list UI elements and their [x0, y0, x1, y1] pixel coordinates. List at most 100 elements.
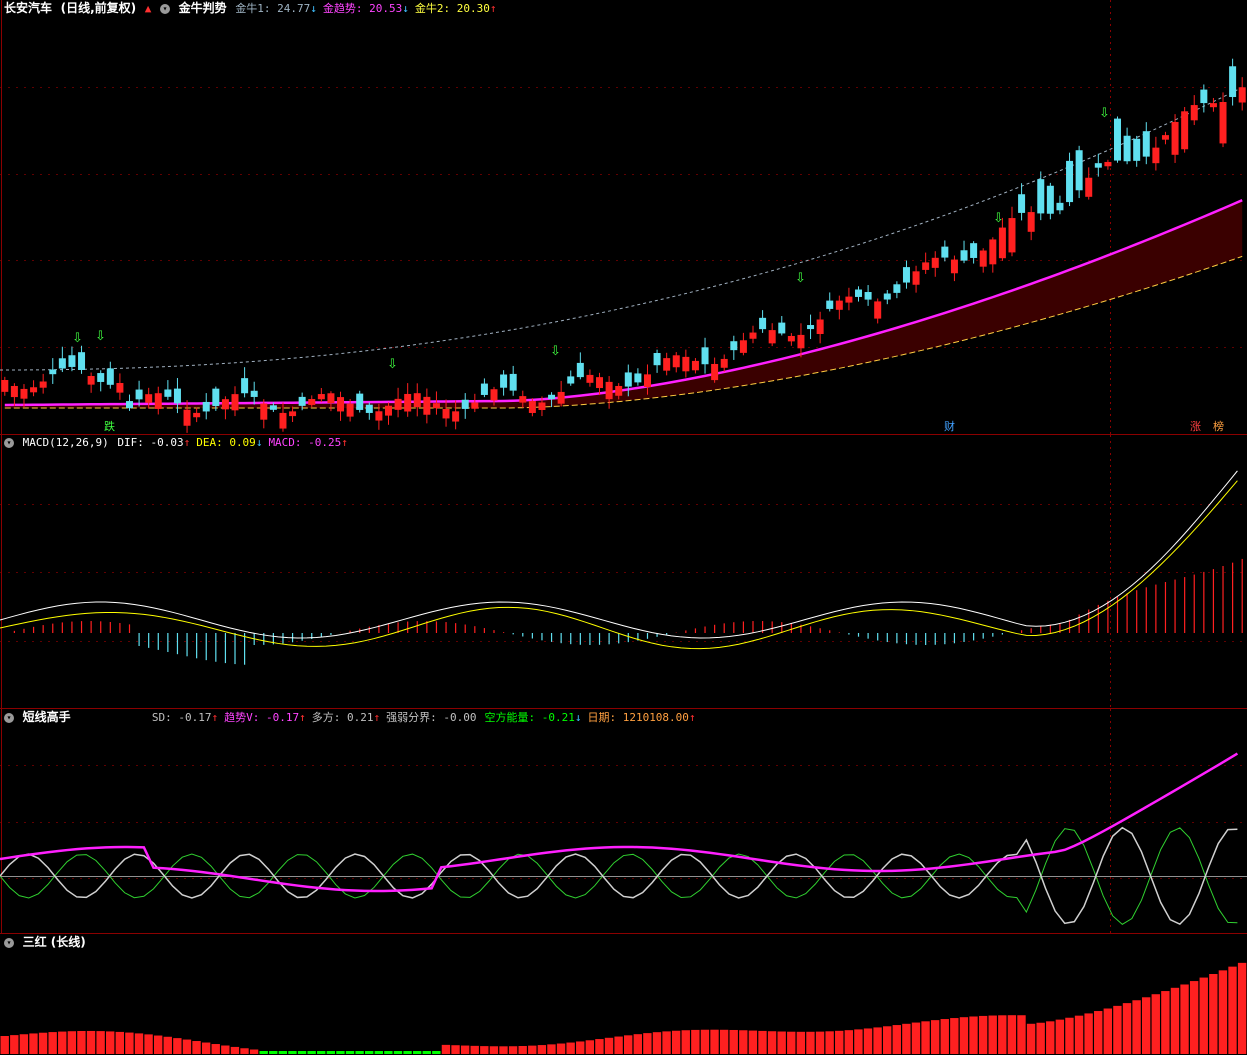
- three-red-bar: [48, 1032, 57, 1054]
- candle-body: [643, 374, 651, 388]
- short-term-panel[interactable]: ▾ 短线高手 SD: -0.17↑ 趋势V: -0.17↑ 多方: 0.21↑ 强弱分…: [0, 708, 1247, 934]
- three-red-bar: [863, 1028, 873, 1054]
- green-down-arrow-icon: ⇩: [993, 211, 1004, 226]
- candle-body: [874, 301, 882, 319]
- green-down-arrow-icon: ⇩: [550, 344, 561, 359]
- macd-field-0: DIF: -0.03: [117, 436, 184, 449]
- three-red-bar: [835, 1030, 844, 1054]
- candle-body: [1114, 118, 1122, 161]
- three-red-bar: [921, 1021, 930, 1054]
- candle-body: [1229, 66, 1237, 98]
- short-field-3: 强弱分界: -0.00: [386, 711, 477, 724]
- event-tag-rise[interactable]: 涨: [1190, 418, 1201, 434]
- candle-body: [145, 394, 153, 403]
- three-red-panel[interactable]: ▾ 三红 (长线): [0, 933, 1247, 1055]
- candle-body: [778, 322, 786, 334]
- three-red-bar: [998, 1015, 1007, 1054]
- candle-body: [596, 377, 604, 389]
- main-field-2: 金牛2: 20.30: [414, 2, 490, 15]
- three-red-bar: [19, 1034, 29, 1054]
- candle-body: [941, 246, 949, 258]
- three-red-bar: [1141, 997, 1151, 1054]
- three-red-bar: [691, 1029, 700, 1054]
- candle-body: [615, 385, 623, 396]
- candlestick-chart[interactable]: ⇩ ⇩ ⇩ ⇩ ⇩ ⇩ ⇩: [0, 0, 1247, 434]
- candle-body: [317, 394, 325, 400]
- three-red-bar: [77, 1031, 86, 1054]
- candle-body: [68, 355, 76, 367]
- three-red-bar: [950, 1018, 959, 1054]
- three-red-bar: [969, 1016, 978, 1054]
- three-red-bar: [710, 1029, 719, 1054]
- three-red-bar: [1046, 1021, 1055, 1054]
- candle-body: [241, 378, 249, 394]
- candle-body: [1190, 105, 1198, 121]
- candle-body: [807, 325, 815, 330]
- candle-body: [816, 319, 824, 335]
- candle-body: [653, 353, 661, 366]
- green-down-arrow-icon: ⇩: [387, 357, 398, 372]
- candle-body: [519, 396, 527, 403]
- candle-body: [1027, 212, 1035, 232]
- gear-icon[interactable]: ▾: [4, 713, 14, 723]
- candle-body: [480, 383, 488, 395]
- short-term-header: ▾ 短线高手 SD: -0.17↑ 趋势V: -0.17↑ 多方: 0.21↑ 强弱分…: [4, 709, 704, 725]
- three-red-bar: [1218, 970, 1228, 1054]
- three-red-bar: [1094, 1011, 1103, 1054]
- gear-icon[interactable]: ▾: [4, 438, 14, 448]
- candle-body: [10, 385, 18, 398]
- event-tag-finance[interactable]: 财: [944, 418, 955, 434]
- candle-body: [432, 403, 440, 409]
- three-red-indicator-name: 三红 (长线): [22, 935, 86, 949]
- candle-body: [375, 411, 383, 421]
- macd-chart[interactable]: [0, 435, 1247, 709]
- three-red-bar: [249, 1049, 259, 1054]
- candle-body: [154, 393, 162, 409]
- trend-arrow-icon: ↑: [341, 436, 348, 449]
- short-field-0: SD: -0.17: [151, 711, 212, 724]
- three-red-bar: [748, 1030, 758, 1054]
- three-red-bar: [614, 1036, 623, 1054]
- three-red-bar: [1055, 1019, 1065, 1054]
- main-field-0: 金牛1: 24.77: [235, 2, 311, 15]
- macd-indicator-name: MACD(12,26,9): [22, 436, 109, 449]
- green-down-arrow-icon: ⇩: [72, 331, 83, 346]
- candle-body: [682, 356, 690, 372]
- candle-body: [490, 389, 498, 401]
- three-red-bar: [134, 1033, 144, 1054]
- three-red-chart[interactable]: [0, 934, 1247, 1055]
- three-red-bar: [1017, 1015, 1026, 1054]
- event-tag-list[interactable]: 榜: [1213, 418, 1224, 434]
- three-red-bar: [460, 1045, 470, 1054]
- candle-body: [308, 399, 316, 405]
- three-red-bar: [1007, 1015, 1017, 1054]
- candle-body: [20, 388, 28, 399]
- three-red-bar: [518, 1046, 527, 1054]
- candle-body: [1219, 102, 1227, 144]
- candle-body: [250, 390, 258, 397]
- three-red-bar: [240, 1048, 249, 1054]
- three-red-bar: [528, 1045, 537, 1054]
- candle-body: [384, 405, 392, 416]
- main-chart-panel[interactable]: 长安汽车 (日线,前复权) ▲ ▾ 金牛判势 金牛1: 24.77↓ 金趋势: 2…: [0, 0, 1247, 434]
- candle-body: [125, 401, 133, 409]
- indicator-name: 金牛判势: [178, 1, 227, 15]
- three-red-bar: [825, 1031, 834, 1054]
- candle-body: [557, 391, 565, 404]
- three-red-bar: [566, 1042, 575, 1054]
- three-red-bar: [29, 1033, 38, 1054]
- candle-body: [87, 376, 95, 385]
- short-term-chart[interactable]: [0, 709, 1247, 934]
- candle-body: [1209, 103, 1217, 108]
- gear-icon[interactable]: ▾: [4, 938, 14, 948]
- candle-body: [845, 296, 853, 303]
- candle-body: [922, 262, 930, 270]
- macd-panel[interactable]: ▾ MACD(12,26,9) DIF: -0.03↑ DEA: 0.09↓ MAC…: [0, 434, 1247, 709]
- trend-arrow-icon: ↑: [183, 436, 191, 449]
- candle-body: [260, 403, 268, 420]
- macd-header: ▾ MACD(12,26,9) DIF: -0.03↑ DEA: 0.09↓ MAC…: [4, 435, 356, 451]
- three-red-bar: [739, 1030, 748, 1054]
- indicator-fields: 金牛1: 24.77↓ 金趋势: 20.53↓ 金牛2: 20.30↑: [235, 2, 502, 15]
- event-tag-drop[interactable]: 跌: [104, 418, 115, 434]
- gear-icon[interactable]: ▾: [160, 4, 171, 14]
